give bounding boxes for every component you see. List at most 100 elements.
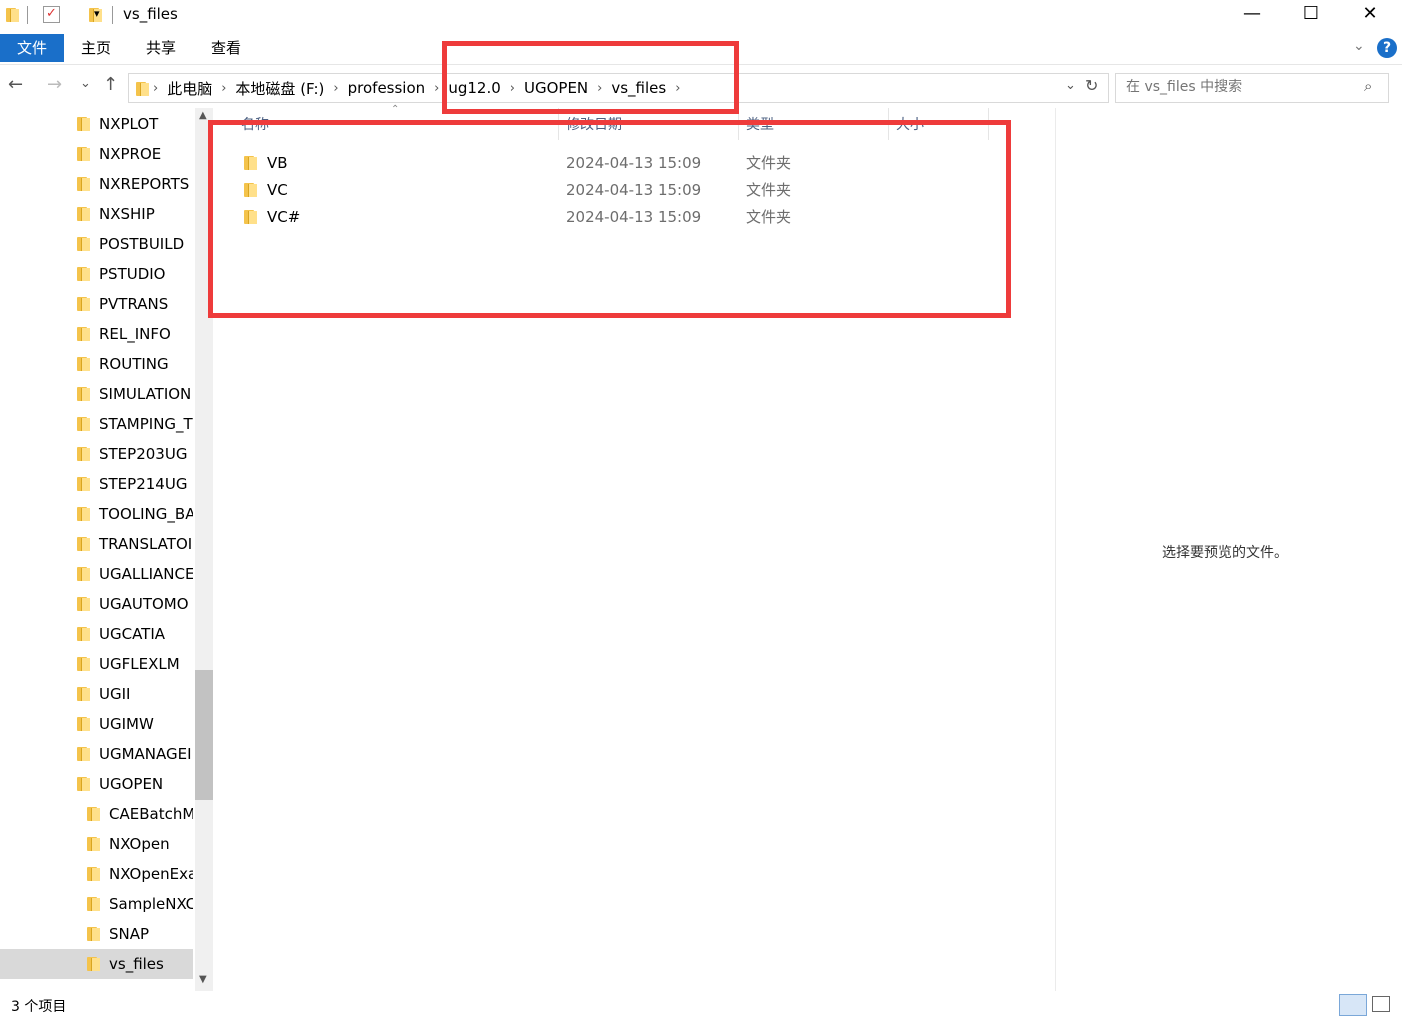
sidebar-item-label: UGFLEXLM [99,655,180,673]
forward-button[interactable]: → [47,74,62,95]
sidebar-item-label: NXOpenExa [109,865,193,883]
sidebar-item[interactable]: NXOpen [0,829,193,859]
sidebar-item[interactable]: UGIMW [0,709,193,739]
sidebar-item[interactable]: UGMANAGEI [0,739,193,769]
sidebar-item-label: UGALLIANCE [99,565,193,583]
large-icons-view-button[interactable] [1372,996,1390,1012]
tab-file[interactable]: 文件 [0,34,64,62]
chevron-right-icon[interactable]: › [329,81,342,96]
folder-icon [76,505,90,522]
back-button[interactable]: ← [8,74,23,95]
up-button[interactable]: ↑ [103,74,118,95]
highlight-box-breadcrumb [442,41,739,114]
help-button[interactable]: ? [1377,38,1397,58]
chevron-right-icon[interactable]: › [149,81,162,96]
folder-icon [86,805,100,822]
sidebar-item-label: NXOpen [109,835,170,853]
maximize-button[interactable]: ☐ [1282,0,1340,30]
folder-icon [76,715,90,732]
sidebar-item[interactable]: POSTBUILD [0,229,193,259]
folder-icon [76,565,90,582]
quick-access-dropdown-icon[interactable]: ▾ [94,7,100,20]
divider [112,6,113,24]
properties-check-icon[interactable]: ✓ [43,6,60,23]
sidebar-item[interactable]: ROUTING [0,349,193,379]
address-dropdown-icon[interactable]: ⌄ [1065,78,1076,93]
folder-icon [76,655,90,672]
sidebar-item[interactable]: PVTRANS [0,289,193,319]
folder-icon [5,6,19,23]
folder-icon [76,325,90,342]
folder-icon [76,265,90,282]
sidebar-item[interactable]: NXPLOT [0,109,193,139]
folder-icon [76,205,90,222]
folder-icon [135,80,149,97]
ribbon-expand-icon[interactable]: ⌄ [1353,38,1365,54]
crumb-profession[interactable]: profession [343,79,431,97]
sidebar-item[interactable]: SampleNXC [0,889,193,919]
recent-locations-icon[interactable]: ⌄ [80,76,91,91]
sidebar-item[interactable]: STEP203UG [0,439,193,469]
sidebar-item-label: STAMPING_T [99,415,193,433]
sidebar-item[interactable]: UGALLIANCE [0,559,193,589]
search-icon[interactable]: ⌕ [1364,77,1372,95]
title-bar: ✓ ▾ vs_files — ☐ ✕ [0,0,1402,32]
scroll-down-icon[interactable]: ▼ [199,974,207,985]
sidebar-item[interactable]: UGCATIA [0,619,193,649]
tab-view[interactable]: 查看 [196,34,256,62]
sidebar-item[interactable]: NXOpenExa [0,859,193,889]
crumb-drive-f[interactable]: 本地磁盘 (F:) [230,78,329,99]
sidebar-item[interactable]: UGII [0,679,193,709]
sidebar-item[interactable]: UGOPEN [0,769,193,799]
folder-icon [76,115,90,132]
tab-share[interactable]: 共享 [131,34,191,62]
search-input[interactable] [1124,78,1348,96]
sidebar-item-label: PSTUDIO [99,265,166,283]
sidebar-item[interactable]: SNAP [0,919,193,949]
sidebar-item[interactable]: UGFLEXLM [0,649,193,679]
details-view-button[interactable] [1339,994,1367,1016]
folder-icon [76,475,90,492]
sidebar-item-label: POSTBUILD [99,235,185,253]
folder-icon [86,895,100,912]
sidebar-item[interactable]: UGAUTOMO [0,589,193,619]
sidebar-item-label: NXSHIP [99,205,155,223]
search-box: ⌕ [1115,73,1389,103]
sidebar-item[interactable]: NXSHIP [0,199,193,229]
close-button[interactable]: ✕ [1341,0,1399,30]
tab-home[interactable]: 主页 [66,34,126,62]
folder-icon [86,865,100,882]
scroll-up-icon[interactable]: ▲ [199,110,207,121]
minimize-button[interactable]: — [1223,0,1281,30]
folder-icon [76,295,90,312]
sidebar-item[interactable]: TRANSLATOI [0,529,193,559]
item-count: 3 个项目 [11,999,67,1015]
sidebar-item[interactable]: CAEBatchM [0,799,193,829]
sidebar-item-label: SIMULATION [99,385,192,403]
folder-icon [76,145,90,162]
sidebar-item-label: TRANSLATOI [99,535,193,553]
sidebar-item-label: STEP203UG [99,445,188,463]
folder-icon [76,595,90,612]
preview-message: 选择要预览的文件。 [1162,545,1288,561]
sidebar-item[interactable]: NXPROE [0,139,193,169]
divider [27,6,28,24]
chevron-right-icon[interactable]: › [217,81,230,96]
sidebar-item-label: CAEBatchM [109,805,193,823]
sidebar-item[interactable]: STAMPING_T [0,409,193,439]
sidebar-item[interactable]: NXREPORTS [0,169,193,199]
sidebar-item[interactable]: vs_files [0,949,193,979]
sidebar-item[interactable]: SIMULATION [0,379,193,409]
sidebar-item[interactable]: REL_INFO [0,319,193,349]
refresh-icon[interactable]: ↻ [1085,76,1098,95]
navigation-pane[interactable]: NXPLOT NXPROE NXREPORTS NXSHIP POSTBUILD PSTU… [0,108,195,991]
sidebar-item[interactable]: STEP214UG [0,469,193,499]
sidebar-item[interactable]: PSTUDIO [0,259,193,289]
crumb-this-pc[interactable]: 此电脑 [162,78,217,99]
sidebar-item[interactable]: TOOLING_BA [0,499,193,529]
sort-indicator-icon: ⌃ [391,104,400,115]
folder-icon [76,535,90,552]
folder-icon [76,385,90,402]
scrollbar-thumb[interactable] [195,670,213,800]
sidebar-item-label: ROUTING [99,355,169,373]
